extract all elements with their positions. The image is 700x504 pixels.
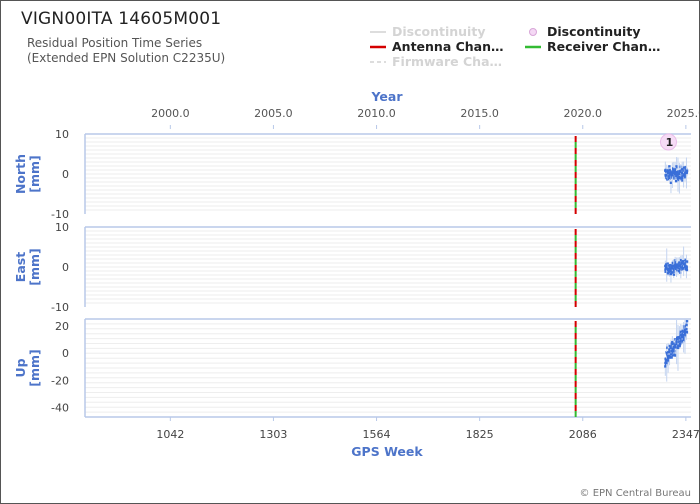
data-point <box>669 181 673 184</box>
top-tick-label: 2015.0 <box>460 107 499 120</box>
bottom-tick-label: 1303 <box>259 428 287 441</box>
bottom-tick-label: 2347 <box>672 428 699 441</box>
y-axis-title: North[mm] <box>13 154 42 194</box>
data-point <box>668 165 671 168</box>
bottom-tick-label: 1042 <box>156 428 184 441</box>
y-axis-title-line: North <box>13 154 28 194</box>
y-tick-label: 10 <box>55 128 69 141</box>
y-tick-label: -10 <box>51 208 69 221</box>
top-year-axis: Year 2000.0 2005.0 2010.0 2015.0 2020.0 2025.… <box>151 89 699 129</box>
discontinuity-label: 1 <box>666 136 674 149</box>
panels: 100-10North[mm]1100-10East[mm]200-20-40U… <box>13 128 691 418</box>
bottom-tick-label: 2086 <box>569 428 597 441</box>
y-axis-title: Up[mm] <box>13 349 42 386</box>
y-axis-title-line: [mm] <box>27 155 42 192</box>
y-axis-title-line: [mm] <box>27 248 42 285</box>
y-axis-title-line: [mm] <box>27 349 42 386</box>
footer-credit: © EPN Central Bureau <box>579 488 691 499</box>
chart-frame: VIGN00ITA 14605M001 Residual Position Ti… <box>0 0 700 504</box>
bottom-tick-label: 1825 <box>466 428 494 441</box>
y-tick-label: -40 <box>51 401 69 414</box>
top-tick-label: 2025.0 <box>667 107 699 120</box>
time-series-chart: Year 2000.0 2005.0 2010.0 2015.0 2020.0 2025.… <box>13 89 699 459</box>
top-tick-label: 2000.0 <box>151 107 190 120</box>
data-point <box>685 330 689 334</box>
data-point <box>685 328 688 331</box>
panel-east: 10 0 -10 East[mm] <box>13 221 691 314</box>
top-tick-label: 2005.0 <box>254 107 293 120</box>
y-axis-title-line: East <box>13 252 28 282</box>
data-point <box>685 320 689 323</box>
data-point <box>685 266 688 269</box>
y-tick-label: 0 <box>62 168 69 181</box>
y-tick-label: 10 <box>55 221 69 234</box>
panel-up: 20 0 -20 -40 Up[mm] <box>13 318 691 418</box>
y-axis-title: East[mm] <box>13 248 42 285</box>
bottom-tick-label: 1564 <box>363 428 391 441</box>
data-point <box>674 179 678 183</box>
data-point <box>685 260 689 263</box>
y-tick-label: -20 <box>51 374 69 387</box>
data-point <box>685 323 688 326</box>
bottom-gps-week-axis: GPS Week 1042 1303 1564 1825 2086 2347 <box>156 417 699 459</box>
y-tick-label: 0 <box>62 261 69 274</box>
y-tick-label: -10 <box>51 301 69 314</box>
bottom-axis-title: GPS Week <box>351 444 423 459</box>
y-axis-title-line: Up <box>13 358 28 377</box>
panel-north: 10 0 -10 North[mm] 1 <box>13 128 691 221</box>
data-point <box>670 356 673 359</box>
top-tick-label: 2010.0 <box>357 107 396 120</box>
data-point <box>685 268 689 272</box>
data-point <box>664 365 667 368</box>
data-point <box>685 169 689 172</box>
top-tick-label: 2020.0 <box>564 107 603 120</box>
top-axis-title: Year <box>371 89 404 104</box>
y-tick-label: 20 <box>55 320 69 333</box>
y-tick-label: 0 <box>62 347 69 360</box>
